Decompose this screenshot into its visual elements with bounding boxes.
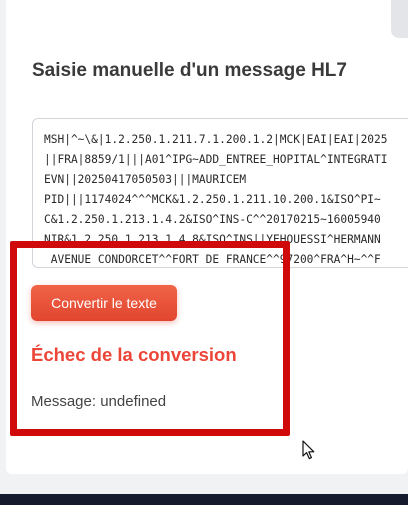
conversion-error-message: Message: undefined (31, 393, 167, 410)
hl7-message-textarea[interactable]: MSH|^~\&|1.2.250.1.211.7.1.200.1.2|MCK|E… (32, 118, 408, 268)
footer-bar (0, 494, 408, 505)
hl7-line: EVN||20250417050503|||MAURICEM (44, 173, 247, 186)
hl7-line: PID|||1174024^^^MCK&1.2.250.1.211.10.200… (44, 193, 381, 206)
conversion-error-title: Échec de la conversion (31, 344, 237, 365)
hl7-line: AVENUE CONDORCET^^FORT DE FRANCE^^97200^… (44, 253, 381, 266)
hl7-line: MSH|^~\&|1.2.250.1.211.7.1.200.1.2|MCK|E… (44, 133, 388, 146)
page-title: Saisie manuelle d'un message HL7 (32, 60, 347, 81)
convert-text-button[interactable]: Convertir le texte (31, 285, 177, 321)
scrollbar-thumb[interactable] (391, 0, 408, 38)
hl7-line: C&1.2.250.1.213.1.4.2&ISO^INS-C^^2017021… (44, 213, 381, 226)
mouse-pointer-icon (302, 440, 315, 460)
hl7-line: ||FRA|8859/1|||A01^IPG~ADD_ENTREE_HOPITA… (44, 153, 388, 166)
hl7-line: NIR&1.2.250.1.213.1.4.8&ISO^INS||YEHOUES… (44, 233, 381, 246)
